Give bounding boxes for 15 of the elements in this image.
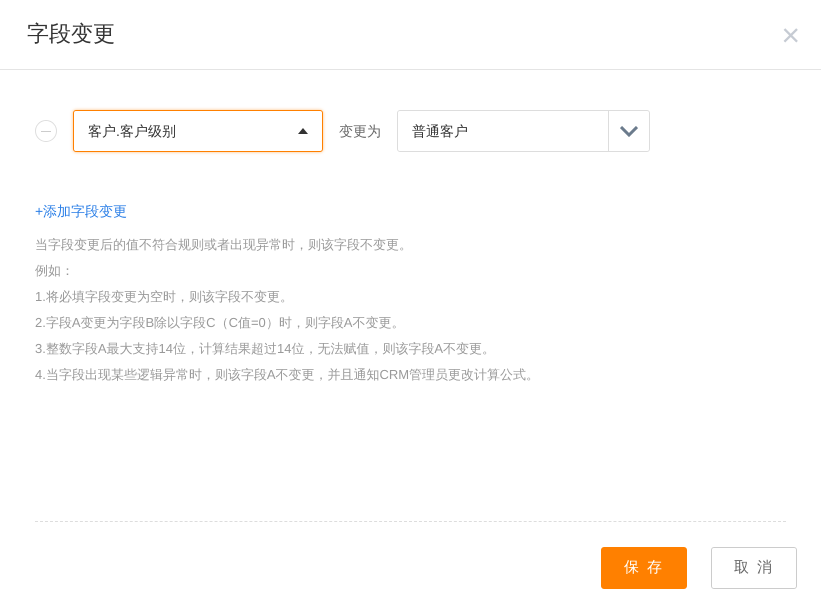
note-text: 1.将必填字段变更为空时，则该字段不变更。: [35, 288, 294, 306]
chevron-down-icon: [620, 126, 638, 136]
note-text: 2.字段A变更为字段B除以字段C（C值=0）时，则字段A不变更。: [35, 314, 406, 332]
remove-button[interactable]: [35, 120, 57, 142]
dialog-title: 字段变更: [27, 21, 115, 48]
note-text: 当字段变更后的值不符合规则或者出现异常时，则该字段不变更。: [35, 236, 413, 254]
cancel-button[interactable]: 取 消: [711, 547, 797, 589]
note-text: 3.整数字段A最大支持14位，计算结果超过14位，无法赋值，则该字段A不变更。: [35, 340, 496, 358]
caret-up-icon: [298, 128, 308, 134]
connector-label: 变更为: [339, 122, 381, 140]
note-text: 例如：: [35, 262, 75, 280]
field-select[interactable]: 客户.客户级别: [73, 110, 323, 152]
note-text: 4.当字段出现某些逻辑异常时，则该字段A不变更，并且通知CRM管理员更改计算公式。: [35, 366, 540, 384]
add-field-change-link[interactable]: +添加字段变更: [35, 203, 128, 219]
value-select[interactable]: 普通客户: [397, 110, 650, 152]
